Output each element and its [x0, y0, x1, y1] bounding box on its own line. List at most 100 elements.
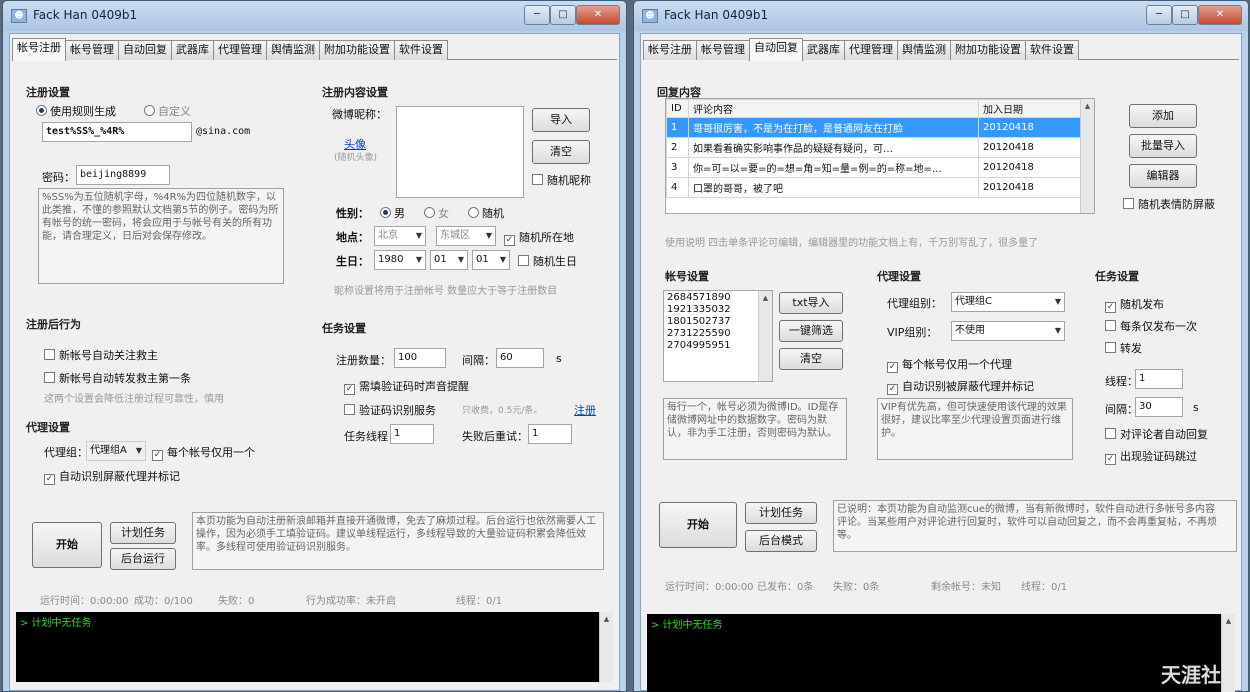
one-proxy-per-account-checkbox[interactable]: ✓ 每个帐号仅用一个	[152, 444, 255, 461]
status-action-rate: 行为成功率：未开启	[306, 596, 396, 607]
auto-detect-proxy-checkbox[interactable]: ✓ 自动识别被屏蔽代理并标记	[887, 378, 1034, 395]
tab-proxy-manage[interactable]: 代理管理	[844, 40, 898, 60]
vip-group-select[interactable]: 不使用 ▼	[951, 321, 1065, 341]
nickname-textarea[interactable]	[396, 106, 524, 198]
list-item[interactable]: 2684571890	[667, 292, 769, 304]
chevron-down-icon: ▼	[499, 255, 506, 264]
register-count-input[interactable]: 100	[394, 348, 446, 368]
interval-input[interactable]: 60	[496, 348, 544, 368]
birth-day-select[interactable]: 01 ▼	[472, 250, 510, 270]
scheduled-task-button[interactable]: 计划任务	[110, 522, 176, 544]
username-pattern-input[interactable]: test%SS%_%4R%	[42, 122, 192, 142]
tab-proxy-manage[interactable]: 代理管理	[213, 40, 267, 60]
skip-captcha-checkbox[interactable]: ✓ 出现验证码跳过	[1105, 448, 1197, 465]
list-item[interactable]: 2731225590	[667, 328, 769, 340]
account-clear-button[interactable]: 清空	[779, 348, 843, 370]
gender-male-radio[interactable]: 男	[380, 205, 405, 221]
birth-year-select[interactable]: 1980 ▼	[374, 250, 426, 270]
city-select[interactable]: 北京 ▼	[374, 226, 426, 246]
clear-button[interactable]: 清空	[532, 140, 590, 164]
birth-day-value: 01	[476, 254, 489, 265]
district-select[interactable]: 东城区 ▼	[436, 226, 496, 246]
chevron-down-icon: ▼	[485, 231, 492, 240]
task-threads-input[interactable]: 1	[390, 424, 434, 444]
random-nickname-checkbox[interactable]: 随机昵称	[532, 172, 591, 188]
captcha-register-link[interactable]: 注册	[574, 402, 596, 418]
proxy-group-select[interactable]: 代理组C ▼	[951, 292, 1065, 312]
rule-generate-radio[interactable]: 使用规则生成	[36, 103, 116, 119]
batch-import-button[interactable]: 批量导入	[1129, 134, 1197, 158]
gender-random-radio[interactable]: 随机	[468, 205, 504, 221]
tab-register[interactable]: 帐号注册	[643, 40, 697, 60]
table-row[interactable]: 3 你=可=以=要=的=想=角=知=量=例=的=称=地=… 20120418	[666, 157, 1094, 178]
close-button[interactable]: ✕	[1198, 5, 1242, 25]
tab-account-manage[interactable]: 帐号管理	[65, 40, 119, 60]
account-list[interactable]: 2684571890 1921335032 1801502737 2731225…	[663, 290, 773, 382]
maximize-button[interactable]: □	[1172, 5, 1198, 25]
proxy-group-select[interactable]: 代理组A ▼	[86, 441, 146, 461]
random-location-checkbox[interactable]: ✓ 随机所在地	[504, 229, 574, 246]
minimize-button[interactable]: ─	[524, 5, 550, 25]
list-item[interactable]: 1921335032	[667, 304, 769, 316]
retry-input[interactable]: 1	[528, 424, 572, 444]
column-header[interactable]: 加入日期	[978, 99, 1094, 118]
table-scrollbar[interactable]: ▲	[1080, 99, 1094, 213]
random-publish-checkbox[interactable]: ✓ 随机发布	[1105, 296, 1164, 313]
table-row[interactable]: 2 如果看着确实影响事作品的疑疑有疑问，可… 20120418	[666, 137, 1094, 158]
tab-software-settings[interactable]: 软件设置	[394, 40, 448, 60]
minimize-button[interactable]: ─	[1146, 5, 1172, 25]
tab-extra-settings[interactable]: 附加功能设置	[319, 40, 395, 60]
txt-import-button[interactable]: txt导入	[779, 292, 843, 314]
close-button[interactable]: ✕	[576, 5, 620, 25]
threads-input[interactable]: 1	[1135, 369, 1183, 389]
auto-reply-commenters-checkbox[interactable]: 对评论者自动回复	[1105, 426, 1208, 442]
tab-arsenal[interactable]: 武器库	[171, 40, 214, 60]
start-button[interactable]: 开始	[659, 502, 737, 548]
vip-group-value: 不使用	[955, 325, 985, 336]
column-header[interactable]: ID	[666, 99, 689, 118]
auto-follow-label: 新帐号自动关注救主	[59, 349, 158, 362]
row-date: 20120418	[978, 177, 1094, 198]
tab-register[interactable]: 帐号注册	[12, 38, 66, 61]
random-emoji-checkbox[interactable]: 随机表情防屏蔽	[1123, 196, 1215, 212]
interval-input[interactable]: 30	[1135, 397, 1183, 417]
tab-extra-settings[interactable]: 附加功能设置	[950, 40, 1026, 60]
tab-opinion-monitor[interactable]: 舆情监测	[897, 40, 951, 60]
list-item[interactable]: 1801502737	[667, 316, 769, 328]
tab-software-settings[interactable]: 软件设置	[1025, 40, 1079, 60]
import-button[interactable]: 导入	[532, 108, 590, 132]
gender-female-radio[interactable]: 女	[424, 205, 449, 221]
captcha-sound-checkbox[interactable]: ✓ 需填验证码时声音提醒	[344, 378, 469, 395]
scheduled-task-button[interactable]: 计划任务	[745, 502, 817, 524]
tab-account-manage[interactable]: 帐号管理	[696, 40, 750, 60]
auto-forward-checkbox[interactable]: 新帐号自动转发救主第一条	[44, 370, 191, 386]
background-run-button[interactable]: 后台运行	[110, 548, 176, 570]
list-item[interactable]: 2704995951	[667, 340, 769, 352]
tab-opinion-monitor[interactable]: 舆情监测	[266, 40, 320, 60]
log-scrollbar[interactable]: ▲	[1221, 614, 1235, 692]
tab-auto-reply[interactable]: 自动回复	[118, 40, 172, 60]
start-button[interactable]: 开始	[32, 522, 102, 568]
auto-follow-checkbox[interactable]: 新帐号自动关注救主	[44, 347, 158, 363]
tab-arsenal[interactable]: 武器库	[802, 40, 845, 60]
forward-checkbox[interactable]: 转发	[1105, 340, 1142, 356]
background-mode-button[interactable]: 后台模式	[745, 530, 817, 552]
custom-radio[interactable]: 自定义	[144, 103, 191, 119]
quick-filter-button[interactable]: 一键筛选	[779, 320, 843, 342]
publish-once-checkbox[interactable]: 每条仅发布一次	[1105, 318, 1197, 334]
table-row[interactable]: 1 哥哥很厉害，不是为在打脸，是普通网友在打脸 20120418	[666, 117, 1094, 138]
column-header[interactable]: 评论内容	[688, 99, 979, 118]
captcha-service-checkbox[interactable]: 验证码识别服务	[344, 402, 436, 418]
auto-detect-proxy-checkbox[interactable]: ✓ 自动识别屏蔽代理并标记	[44, 468, 180, 485]
random-birthday-checkbox[interactable]: 随机生日	[518, 253, 577, 269]
birth-month-select[interactable]: 01 ▼	[430, 250, 468, 270]
editor-button[interactable]: 编辑器	[1129, 164, 1197, 188]
table-row[interactable]: 4 口罩的哥哥，被了吧 20120418	[666, 177, 1094, 198]
log-scrollbar[interactable]: ▲	[599, 612, 613, 682]
maximize-button[interactable]: □	[550, 5, 576, 25]
add-button[interactable]: 添加	[1129, 104, 1197, 128]
list-scrollbar[interactable]: ▲	[758, 291, 772, 381]
tab-auto-reply[interactable]: 自动回复	[749, 38, 803, 61]
password-input[interactable]: beijing8899	[76, 165, 170, 185]
one-proxy-per-account-checkbox[interactable]: ✓ 每个帐号仅用一个代理	[887, 356, 1012, 373]
